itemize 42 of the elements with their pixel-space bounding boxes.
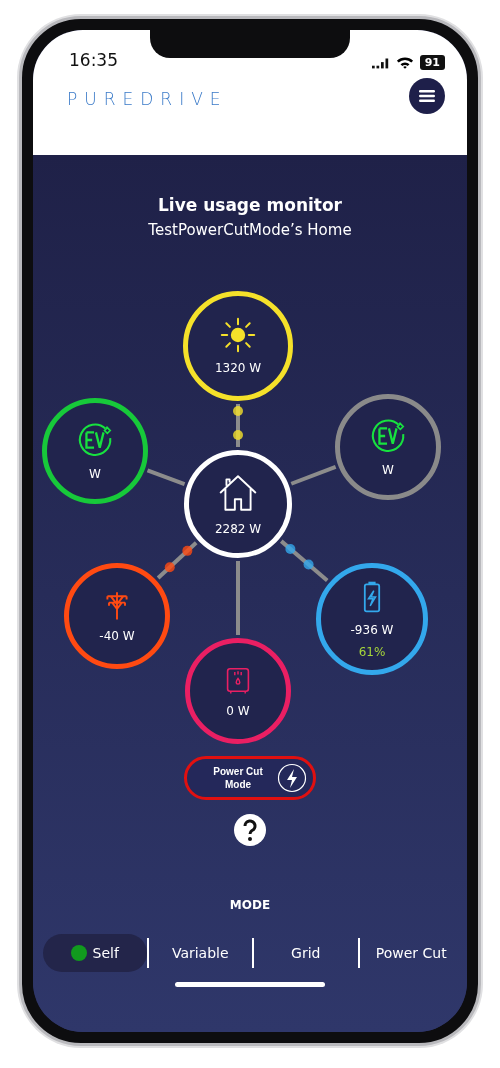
mode-tab[interactable]: Self [43, 934, 147, 972]
connector-line [146, 468, 186, 487]
power-reading: -40 W [99, 629, 135, 643]
ev-charger-icon [369, 417, 407, 455]
menu-icon [419, 90, 435, 102]
energy-node[interactable]: -40 W [64, 563, 170, 669]
help-icon[interactable] [234, 814, 266, 846]
energy-node[interactable]: -936 W 61% [316, 563, 428, 675]
connector-line [290, 465, 337, 486]
status-time: 16:35 [69, 50, 118, 70]
power-reading: -936 W [350, 623, 394, 637]
connector-line [279, 539, 329, 583]
mode-tab[interactable]: Grid [254, 934, 358, 972]
energy-node[interactable]: 1320 W [183, 291, 293, 401]
connector-line [156, 541, 198, 580]
home-name: TestPowerCutMode’s Home [148, 221, 352, 239]
energy-node[interactable]: W [335, 394, 441, 500]
house-icon [217, 472, 259, 514]
power-reading: 1320 W [214, 361, 262, 375]
monitor-title: Live usage monitor [158, 195, 342, 215]
battery-charge: 61% [358, 645, 386, 659]
wifi-icon [395, 56, 414, 69]
lightning-icon [277, 763, 307, 793]
mode-title: MODE [229, 898, 271, 912]
power-reading: W [89, 467, 101, 481]
energy-node[interactable]: W [42, 398, 148, 504]
power-cut-mode-button[interactable]: Power Cut Mode [184, 756, 316, 800]
connector-line [236, 404, 240, 447]
signal-icon [371, 56, 390, 69]
energy-node[interactable]: 0 W [185, 638, 291, 744]
power-reading: 0 W [226, 704, 250, 718]
power-reading: 2282 W [214, 522, 262, 536]
energy-node[interactable]: 2282 W [184, 450, 292, 558]
power-reading: W [382, 463, 394, 477]
sun-icon [220, 317, 256, 353]
mode-tab[interactable]: Variable [148, 934, 252, 972]
active-dot-icon [70, 945, 87, 961]
menu-button[interactable] [409, 78, 445, 114]
mode-tab[interactable]: Power Cut [359, 934, 463, 972]
battery-level: 91 [419, 55, 445, 70]
brand-logo: PUREDRIVE [67, 89, 228, 109]
ev-charger-icon [76, 421, 114, 459]
